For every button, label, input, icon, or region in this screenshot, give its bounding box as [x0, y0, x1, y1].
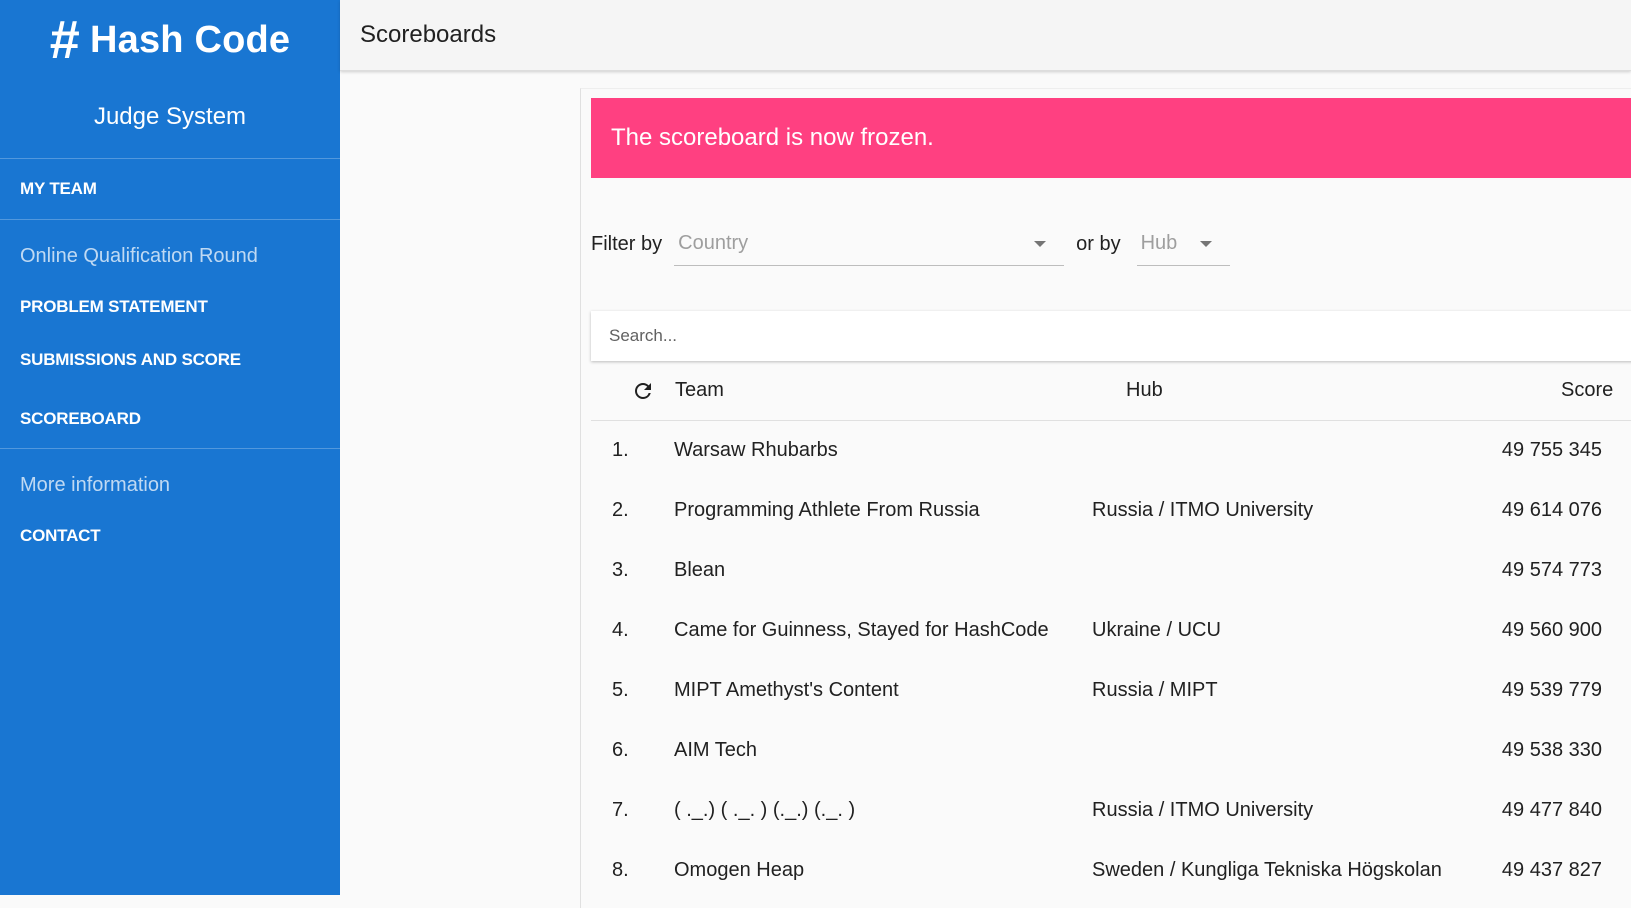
- row-team: ( ._.) ( ._. ) (._.) (._. ): [674, 799, 856, 821]
- row-rank: 7.: [612, 799, 629, 821]
- table-row: 7. ( ._.) ( ._. ) (._.) (._. ) Russia / …: [591, 781, 1631, 841]
- table-header: Team Hub Score: [591, 361, 1631, 421]
- row-team: Came for Guinness, Stayed for HashCode: [674, 619, 1049, 641]
- table-row: 1. Warsaw Rhubarbs 49 755 345: [591, 421, 1631, 481]
- table-row: 5. MIPT Amethyst's Content Russia / MIPT…: [591, 661, 1631, 721]
- row-score: 49 560 900: [1501, 619, 1602, 641]
- row-hub: Ukraine / UCU: [1092, 619, 1221, 641]
- section-online-qualification: Online Qualification Round: [20, 244, 258, 267]
- nav-problem-statement[interactable]: PROBLEM STATEMENT: [0, 284, 340, 330]
- table-row: 6. AIM Tech 49 538 330: [591, 721, 1631, 781]
- row-team: Programming Athlete From Russia: [674, 499, 980, 521]
- logo[interactable]: # Hash Code: [0, 0, 340, 80]
- country-select[interactable]: Country: [674, 219, 1065, 266]
- table-row: 4. Came for Guinness, Stayed for HashCod…: [591, 601, 1631, 661]
- frozen-banner-text: The scoreboard is now frozen.: [611, 124, 934, 151]
- row-score: 49 437 827: [1501, 859, 1602, 881]
- hub-select[interactable]: Hub: [1136, 219, 1230, 266]
- column-header-team[interactable]: Team: [675, 379, 724, 402]
- table-row: 2. Programming Athlete From Russia Russi…: [591, 481, 1631, 541]
- section-more-information: More information: [20, 473, 171, 496]
- page-title: Scoreboards: [360, 21, 497, 48]
- row-rank: 4.: [612, 619, 629, 641]
- app-subtitle: Judge System: [93, 103, 247, 130]
- row-rank: 3.: [612, 559, 629, 581]
- search-box: [591, 311, 1631, 361]
- row-rank: 5.: [612, 679, 629, 701]
- row-score: 49 538 330: [1501, 739, 1602, 761]
- row-score: 49 614 076: [1501, 499, 1602, 521]
- row-rank: 1.: [612, 439, 629, 461]
- row-team: Warsaw Rhubarbs: [674, 439, 838, 461]
- filter-bar: Filter by Country or by Hub: [591, 219, 1631, 269]
- row-score: 49 477 840: [1501, 799, 1602, 821]
- nav-my-team[interactable]: MY TEAM: [0, 159, 340, 219]
- row-hub: Russia / ITMO University: [1092, 799, 1314, 821]
- hash-logo-icon: #: [49, 10, 80, 70]
- column-header-score[interactable]: Score: [1561, 379, 1613, 402]
- row-team: Blean: [674, 559, 726, 581]
- or-by-label: or by: [1076, 233, 1121, 255]
- row-team: Omogen Heap: [674, 859, 805, 881]
- nav-contact[interactable]: CONTACT: [0, 513, 340, 559]
- country-select-placeholder: Country: [678, 232, 749, 254]
- row-score: 49 755 345: [1501, 439, 1602, 461]
- row-hub: Sweden / Kungliga Tekniska Högskolan: [1092, 859, 1442, 881]
- logo-text: Hash Code: [89, 18, 291, 61]
- row-team: AIM Tech: [674, 739, 757, 761]
- row-rank: 8.: [612, 859, 629, 881]
- scoreboard-card: The scoreboard is now frozen. Filter by …: [580, 88, 1631, 908]
- arrow-drop-down-icon: [1199, 241, 1212, 247]
- table-row: 8. Omogen Heap Sweden / Kungliga Teknisk…: [591, 841, 1631, 901]
- search-input[interactable]: [609, 326, 1631, 346]
- sidebar: # Hash Code Judge System MY TEAM Online …: [0, 0, 340, 895]
- row-score: 49 539 779: [1501, 679, 1602, 701]
- refresh-icon[interactable]: [631, 379, 655, 403]
- frozen-banner: The scoreboard is now frozen.: [591, 98, 1631, 178]
- hub-select-placeholder: Hub: [1140, 232, 1178, 254]
- row-team: MIPT Amethyst's Content: [674, 679, 899, 701]
- column-header-hub[interactable]: Hub: [1126, 379, 1163, 402]
- top-bar: Scoreboards: [340, 0, 1631, 71]
- nav-scoreboard[interactable]: SCOREBOARD: [0, 390, 340, 448]
- nav-submissions-and-score[interactable]: SUBMISSIONS AND SCORE: [0, 330, 340, 390]
- filter-by-label: Filter by: [591, 233, 663, 255]
- row-hub: Russia / MIPT: [1092, 679, 1218, 701]
- row-rank: 2.: [612, 499, 629, 521]
- arrow-drop-down-icon: [1034, 241, 1047, 247]
- row-score: 49 574 773: [1501, 559, 1602, 581]
- table-row: 3. Blean 49 574 773: [591, 541, 1631, 601]
- row-rank: 6.: [612, 739, 629, 761]
- row-hub: Russia / ITMO University: [1092, 499, 1314, 521]
- scoreboard-rows: 1. Warsaw Rhubarbs 49 755 345 2. Program…: [591, 421, 1631, 901]
